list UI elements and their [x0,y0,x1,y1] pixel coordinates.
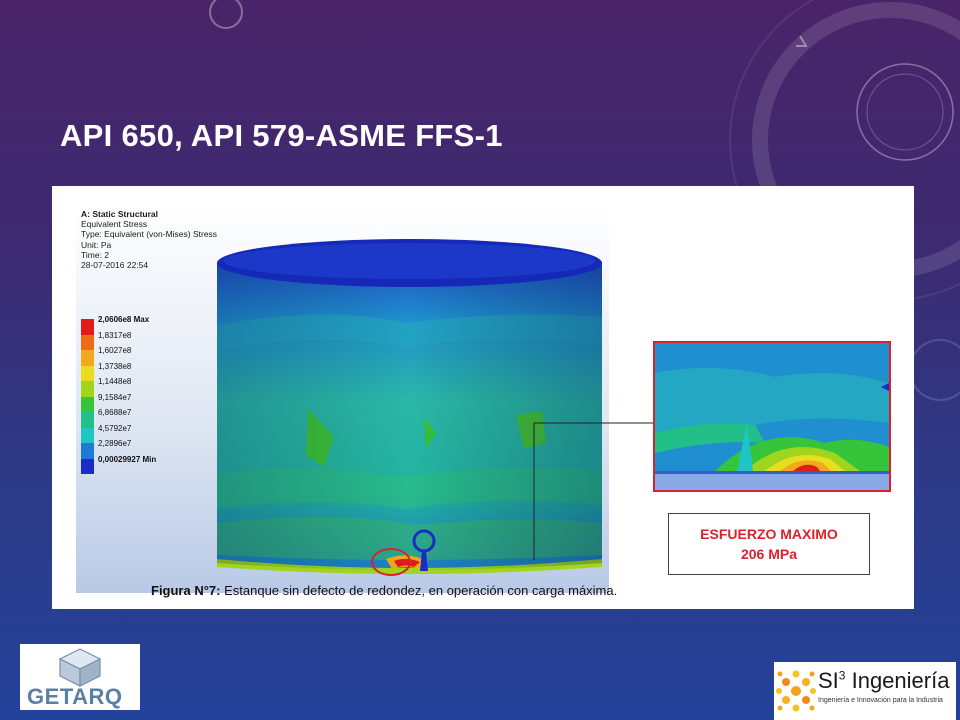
slide-title: API 650, API 579-ASME FFS-1 [60,118,503,153]
getarq-logo: GETARQ [20,644,140,710]
si3-wordmark: SI3 Ingeniería [818,668,949,694]
caption-text: Estanque sin defecto de redondez, en ope… [220,583,618,598]
result-type: Type: Equivalent (von-Mises) Stress [81,229,218,240]
legend-swatch [81,443,94,459]
analysis-title: A: Static Structural [81,209,158,219]
si3-tagline: Ingeniería e Innovación para la Industri… [818,697,943,704]
legend-label: 1,8317e8 [98,330,132,340]
zoom-stress-detail [655,343,889,490]
legend-label: 4,5792e7 [98,423,132,433]
legend-swatch [81,396,94,412]
si3-logo: SI3 Ingeniería Ingeniería e Innovación p… [774,662,956,720]
caption-label: Figura N°7: [151,583,221,598]
legend-swatch [81,350,94,366]
callout-value: 206 MPa [740,546,798,562]
legend-swatch [81,365,94,381]
result-time: Time: 2 [81,249,110,260]
getarq-wordmark: GETARQ [27,684,123,709]
legend-label: 1,1448e8 [98,377,132,386]
legend-swatch [81,412,94,428]
result-date: 28-07-2016 22:54 [81,260,149,271]
legend-swatch [81,381,94,397]
simulation-viewport: A: Static Structural Equivalent Stress T… [76,205,609,593]
si3-wordmark-rest: Ingeniería [845,668,950,693]
figure-caption: Figura N°7: Estanque sin defecto de redo… [151,583,617,598]
legend-label: 1,6027e8 [98,346,132,355]
legend-label: 2,2896e7 [98,439,132,448]
simulation-info: A: Static Structural Equivalent Stress T… [81,209,217,270]
result-name: Equivalent Stress [81,219,148,230]
dots-icon [776,670,816,712]
callout-label: ESFUERZO MAXIMO [700,526,838,542]
legend-swatch [81,334,94,350]
legend-label: 1,3738e8 [98,361,132,371]
max-stress-callout: ESFUERZO MAXIMO 206 MPa [668,513,870,575]
result-unit: Unit: Pa [81,239,112,250]
legend-label: 2,0606e8 Max [98,315,150,324]
legend-swatch [81,458,94,474]
legend-swatch [81,319,94,335]
legend-label: 0,00029927 Min [98,454,157,464]
legend-label: 9,1584e7 [98,392,132,402]
zoom-inset [653,341,891,492]
si3-wordmark-si: SI [818,668,839,693]
legend-label: 6,8688e7 [98,408,132,417]
legend-swatch [81,427,94,443]
figure-panel: A: Static Structural Equivalent Stress T… [52,186,914,609]
